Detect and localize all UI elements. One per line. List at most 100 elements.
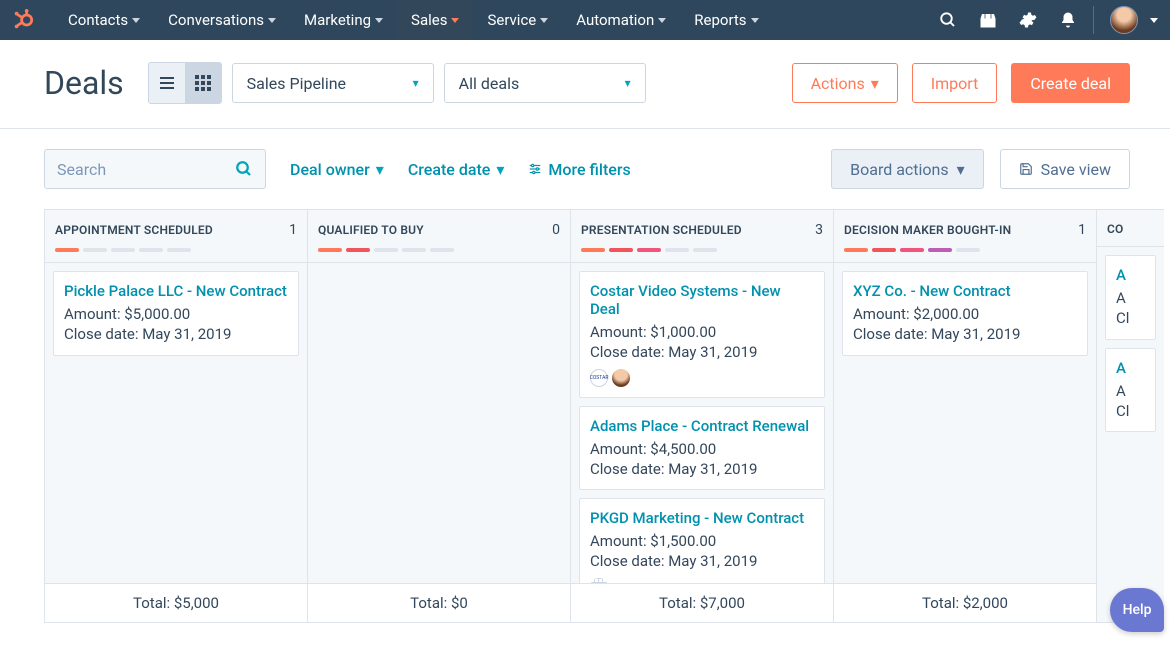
- column-total: Total: $5,000: [45, 583, 307, 622]
- column-total: Total: $2,000: [834, 583, 1096, 622]
- deal-name: XYZ Co. - New Contract: [853, 282, 1077, 300]
- column-title: PRESENTATION SCHEDULED: [581, 223, 742, 237]
- column-body[interactable]: XYZ Co. - New Contract Amount: $2,000.00C…: [834, 263, 1096, 583]
- chevron-down-icon: [375, 18, 383, 23]
- chevron-down-icon: [540, 18, 548, 23]
- deal-card[interactable]: PKGD Marketing - New ContractAmount: $1,…: [579, 498, 825, 583]
- more-filters-button[interactable]: More filters: [528, 160, 630, 179]
- deal-owner-filter[interactable]: Deal owner ▾: [290, 160, 384, 179]
- caret-down-icon: ▾: [957, 160, 965, 179]
- hubspot-logo[interactable]: [12, 9, 34, 31]
- nav-divider: [1093, 6, 1094, 34]
- deal-close-date: Close date: May 31, 2019: [590, 459, 814, 479]
- create-deal-button[interactable]: Create deal: [1011, 63, 1130, 103]
- deal-card[interactable]: Adams Place - Contract Renewal Amount: $4…: [579, 406, 825, 491]
- column-progress: [581, 248, 823, 252]
- gear-icon[interactable]: [1019, 11, 1037, 29]
- nav-reports[interactable]: Reports: [680, 0, 772, 40]
- deal-card[interactable]: AACl: [1105, 348, 1156, 433]
- deal-amount: A: [1116, 288, 1145, 308]
- chevron-down-icon: [658, 18, 666, 23]
- help-label: Help: [1123, 602, 1152, 618]
- column-progress: [55, 248, 297, 252]
- deal-close-date: Close date: May 31, 2019: [590, 342, 814, 362]
- deal-name: A: [1116, 266, 1145, 284]
- column-body[interactable]: Costar Video Systems - New DealAmount: $…: [571, 263, 833, 583]
- column-body[interactable]: [308, 263, 570, 583]
- import-button[interactable]: Import: [912, 63, 998, 103]
- column-header: DECISION MAKER BOUGHT-IN 1: [834, 210, 1096, 263]
- nav-label: Service: [487, 11, 536, 29]
- deal-card[interactable]: Costar Video Systems - New DealAmount: $…: [579, 271, 825, 398]
- deal-card[interactable]: Pickle Palace LLC - New ContractAmount: …: [53, 271, 299, 356]
- avatar: COSTAR: [590, 369, 608, 387]
- column-header: QUALIFIED TO BUY 0: [308, 210, 570, 263]
- list-icon: [160, 77, 174, 89]
- board-column: PRESENTATION SCHEDULED3 Costar Video Syst…: [570, 209, 833, 623]
- column-body[interactable]: Pickle Palace LLC - New ContractAmount: …: [45, 263, 307, 583]
- create-date-filter[interactable]: Create date ▾: [408, 160, 505, 179]
- help-button[interactable]: Help: [1110, 588, 1164, 632]
- deal-amount: Amount: $2,000.00: [853, 304, 1077, 324]
- deal-card[interactable]: XYZ Co. - New Contract Amount: $2,000.00C…: [842, 271, 1088, 356]
- nav-automation[interactable]: Automation: [562, 0, 680, 40]
- caret-down-icon: ▾: [376, 160, 384, 179]
- deal-card[interactable]: AACl: [1105, 255, 1156, 340]
- pipeline-select[interactable]: Sales Pipeline ▾: [232, 63, 434, 103]
- chevron-down-icon: [451, 18, 459, 23]
- search-icon[interactable]: [939, 11, 957, 29]
- column-title: QUALIFIED TO BUY: [318, 223, 424, 237]
- deal-close-date: Cl: [1116, 401, 1145, 421]
- nav-label: Sales: [411, 11, 447, 29]
- save-view-label: Save view: [1041, 160, 1111, 179]
- nav-conversations[interactable]: Conversations: [154, 0, 290, 40]
- column-count: 1: [1078, 222, 1086, 238]
- search-icon: [235, 160, 253, 178]
- deal-name: PKGD Marketing - New Contract: [590, 509, 814, 527]
- column-title: APPOINTMENT SCHEDULED: [55, 223, 213, 237]
- column-body[interactable]: AAClAACl: [1097, 247, 1164, 622]
- account-menu[interactable]: [1110, 6, 1158, 34]
- column-header: PRESENTATION SCHEDULED3: [571, 210, 833, 263]
- nav-tools: [939, 11, 1077, 29]
- nav-contacts[interactable]: Contacts: [54, 0, 154, 40]
- view-toggle: [148, 62, 222, 104]
- bell-icon[interactable]: [1059, 11, 1077, 29]
- nav-label: Conversations: [168, 11, 264, 29]
- nav-sales[interactable]: Sales: [397, 0, 473, 40]
- column-count: 0: [552, 222, 560, 238]
- deal-scope-label: All deals: [459, 74, 520, 93]
- chevron-down-icon: [1150, 18, 1158, 23]
- column-title: DECISION MAKER BOUGHT-IN: [844, 223, 1011, 237]
- search-placeholder: Search: [57, 160, 106, 179]
- deal-owner-label: Deal owner: [290, 160, 370, 179]
- nav-label: Marketing: [304, 11, 371, 29]
- search-input[interactable]: Search: [44, 149, 266, 189]
- deal-name: Adams Place - Contract Renewal: [590, 417, 814, 435]
- page-title: Deals: [44, 64, 124, 102]
- nav-label: Reports: [694, 11, 746, 29]
- grid-icon: [195, 75, 211, 91]
- sliders-icon: [528, 162, 542, 176]
- board-view-button[interactable]: [185, 63, 221, 103]
- board-actions-label: Board actions: [850, 160, 948, 179]
- deal-scope-select[interactable]: All deals ▾: [444, 63, 646, 103]
- save-icon: [1019, 162, 1033, 176]
- column-total: Total: $7,000: [571, 583, 833, 622]
- deal-close-date: Close date: May 31, 2019: [853, 324, 1077, 344]
- board-column: QUALIFIED TO BUY0Total: $0: [307, 209, 570, 623]
- nav-service[interactable]: Service: [473, 0, 562, 40]
- board-column: DECISION MAKER BOUGHT-IN 1 XYZ Co. - New C…: [833, 209, 1096, 623]
- column-count: 1: [289, 222, 297, 238]
- board-actions-button[interactable]: Board actions ▾: [831, 149, 984, 189]
- marketplace-icon[interactable]: [979, 11, 997, 29]
- deal-close-date: Close date: May 31, 2019: [590, 551, 814, 571]
- deal-amount: Amount: $4,500.00: [590, 439, 814, 459]
- import-button-label: Import: [931, 74, 979, 93]
- nav-marketing[interactable]: Marketing: [290, 0, 397, 40]
- top-nav: Contacts Conversations Marketing Sales S…: [0, 0, 1170, 40]
- deal-name: A: [1116, 359, 1145, 377]
- save-view-button[interactable]: Save view: [1000, 149, 1130, 189]
- list-view-button[interactable]: [149, 63, 185, 103]
- actions-button[interactable]: Actions ▾: [792, 63, 898, 103]
